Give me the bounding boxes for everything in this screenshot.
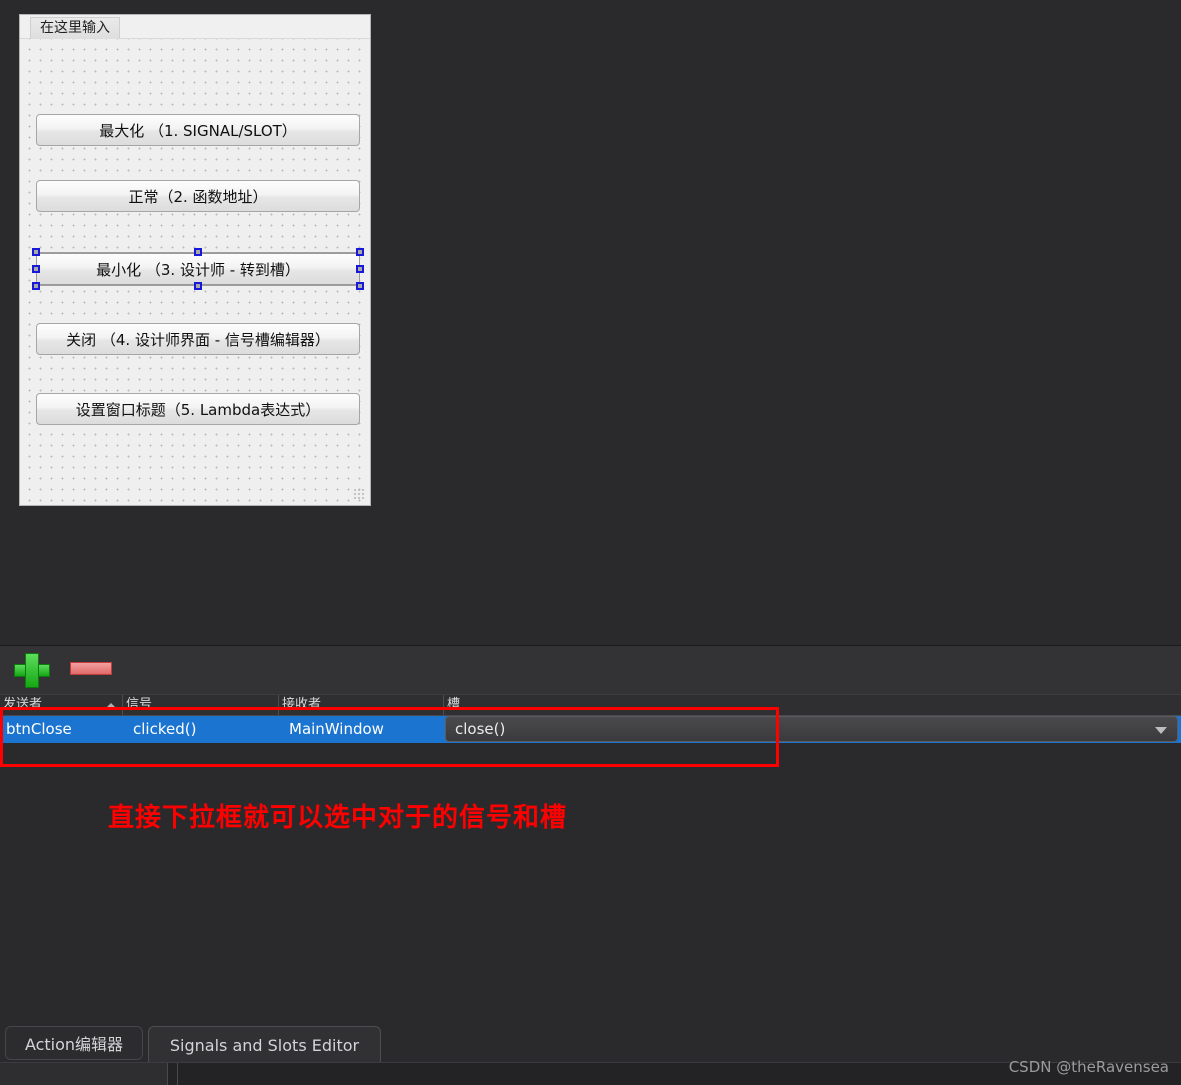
signal-slot-editor-toolbar [0,646,1181,694]
form-button-normal[interactable]: 正常（2. 函数地址） [36,180,360,212]
chevron-down-icon[interactable] [1155,727,1167,734]
menu-type-here-placeholder[interactable]: 在这里输入 [30,17,120,39]
selection-edge-bottom [40,285,356,286]
tab-action-editor[interactable]: Action编辑器 [5,1026,143,1060]
sort-ascending-icon [106,703,116,708]
column-header-receiver[interactable]: 接收者 [279,695,444,715]
column-header-slot-label: 槽 [447,697,461,712]
table-empty-row[interactable] [0,743,1181,771]
column-header-slot[interactable]: 槽 [444,695,1181,715]
form-resize-grip[interactable] [353,488,366,501]
connections-table[interactable]: 发送者 信号 接收者 槽 btnClose clicked() MainWind… [0,694,1181,771]
column-header-receiver-label: 接收者 [282,697,322,712]
bottom-tab-bar: Action编辑器 Signals and Slots Editor [0,1022,1181,1064]
minus-icon [70,662,112,675]
column-header-sender-label: 发送者 [3,697,43,712]
connections-table-body: btnClose clicked() MainWindow close() [0,716,1181,771]
cell-signal[interactable]: clicked() [123,716,279,743]
cell-receiver[interactable]: MainWindow [279,716,444,743]
add-connection-button[interactable] [12,652,52,690]
slot-combobox[interactable]: close() [445,716,1178,742]
bottom-strip-separator [177,1063,178,1085]
form-button-set-title[interactable]: 设置窗口标题（5. Lambda表达式） [36,393,360,425]
form-button-close[interactable]: 关闭 （4. 设计师界面 - 信号槽编辑器） [36,323,360,355]
form-button-minimize[interactable]: 最小化 （3. 设计师 - 转到槽） [36,253,360,285]
tab-signals-and-slots-editor[interactable]: Signals and Slots Editor [148,1026,381,1064]
designer-form-canvas[interactable]: 在这里输入 最大化 （1. SIGNAL/SLOT） 正常（2. 函数地址） 最… [19,14,371,506]
csdn-watermark: CSDN @theRavensea [1008,1058,1169,1076]
bottom-cutoff-strip [0,1063,1181,1085]
form-menu-bar: 在这里输入 [20,15,370,39]
annotation-note-text: 直接下拉框就可以选中对于的信号和槽 [108,803,568,833]
form-central-widget[interactable]: 最大化 （1. SIGNAL/SLOT） 正常（2. 函数地址） 最小化 （3.… [21,39,369,504]
plus-icon-vertical [25,653,39,688]
column-header-signal[interactable]: 信号 [123,695,279,715]
form-button-maximize[interactable]: 最大化 （1. SIGNAL/SLOT） [36,114,360,146]
cell-slot[interactable]: close() [444,716,1181,743]
remove-connection-button[interactable] [68,652,114,684]
connections-table-header: 发送者 信号 接收者 槽 [0,694,1181,716]
bottom-strip-left-pane [0,1063,168,1085]
column-header-signal-label: 信号 [126,697,153,712]
slot-combobox-value: close() [455,720,506,738]
table-row[interactable]: btnClose clicked() MainWindow close() [0,716,1181,743]
cell-sender[interactable]: btnClose [0,716,123,743]
column-header-sender[interactable]: 发送者 [0,695,123,715]
